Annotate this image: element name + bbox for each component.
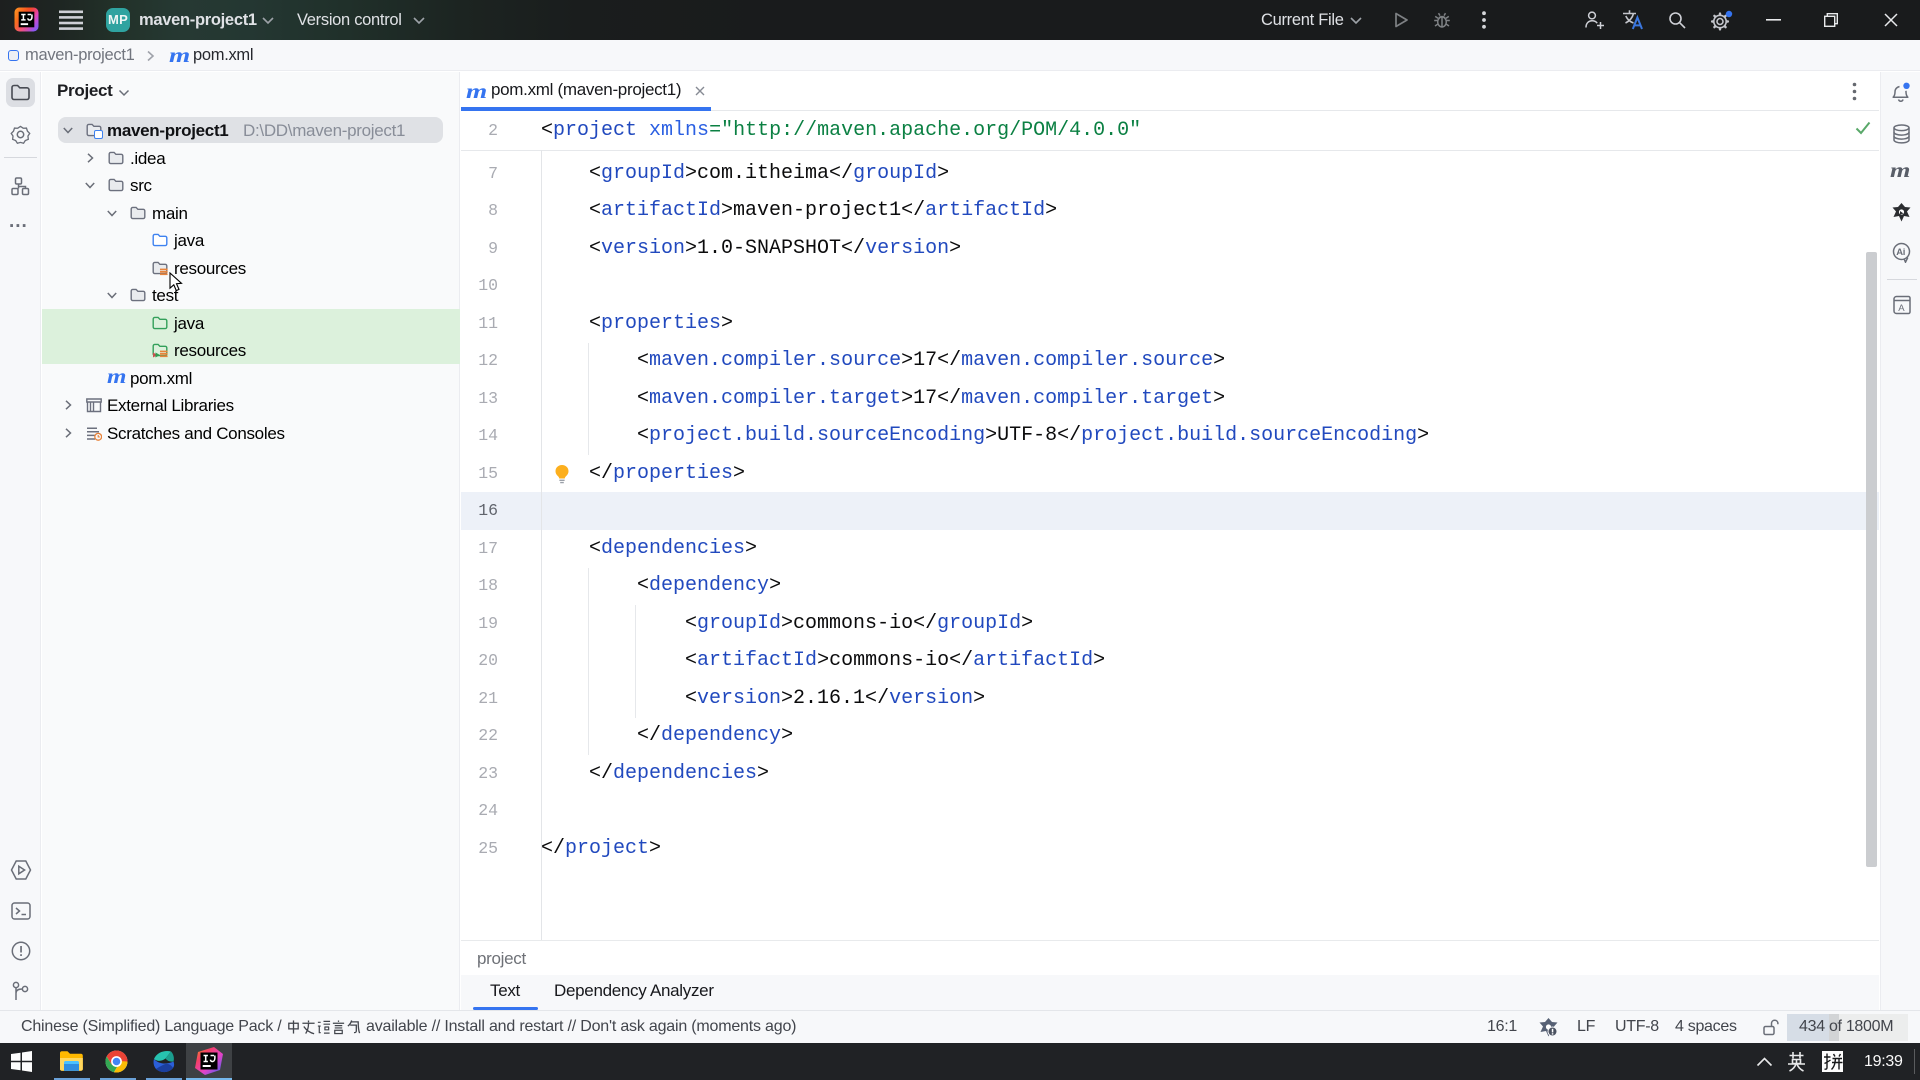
svg-text:Ai: Ai	[1896, 247, 1905, 258]
svg-text:A: A	[1898, 303, 1905, 314]
